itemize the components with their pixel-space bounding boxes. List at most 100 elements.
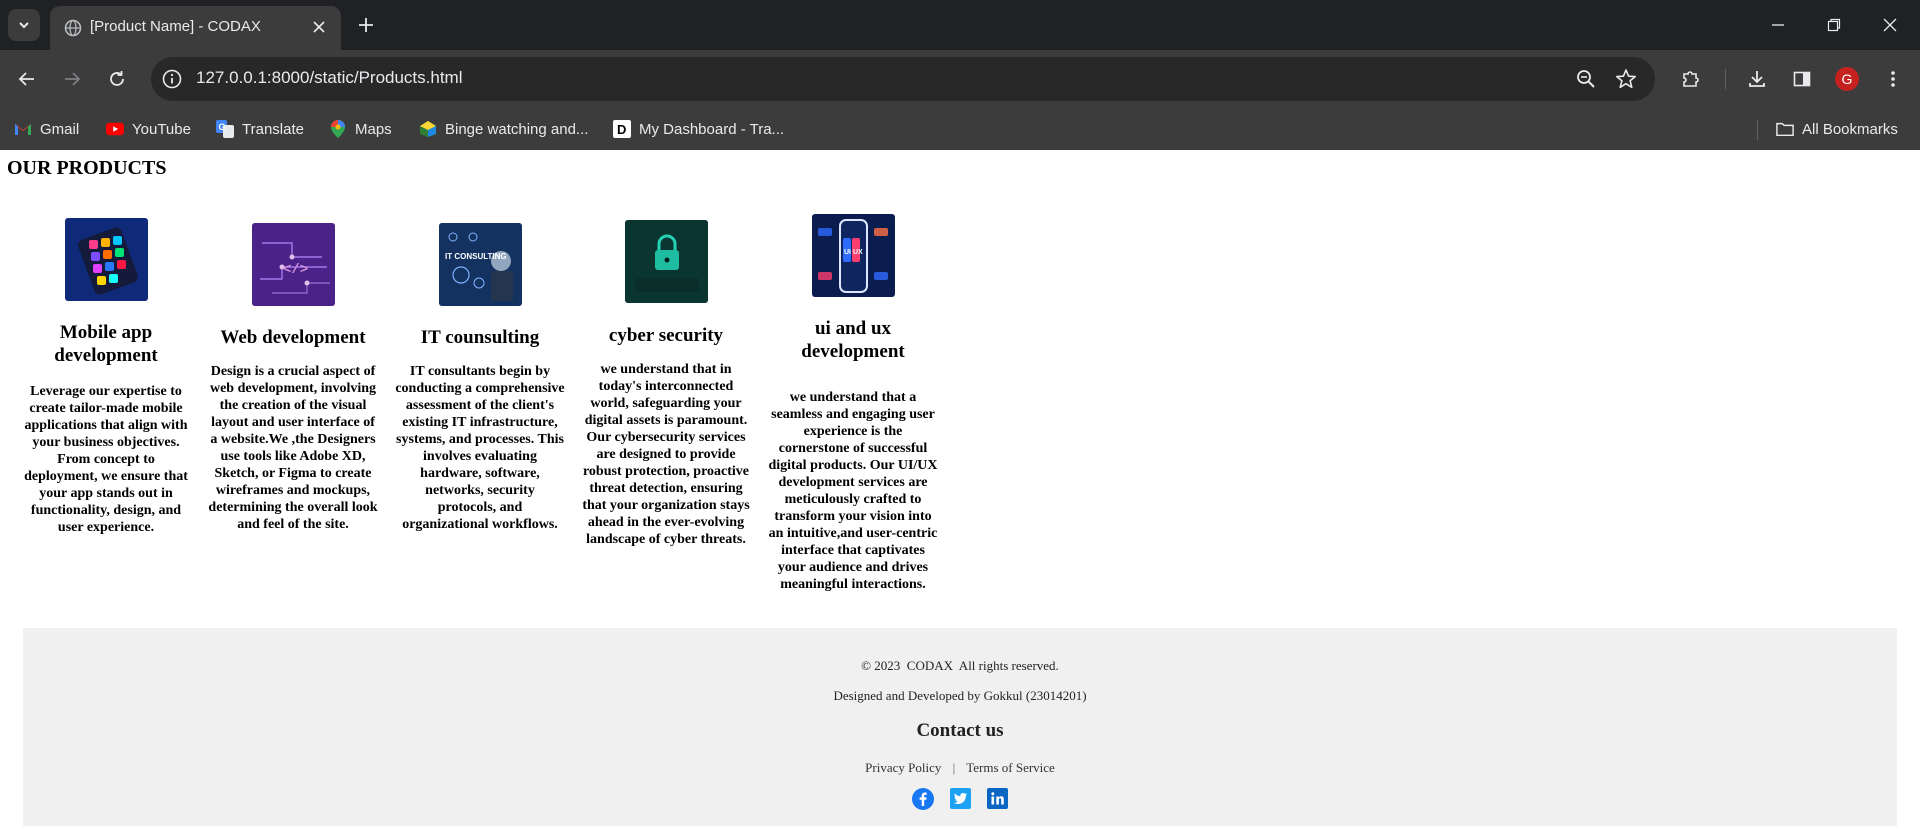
contact-heading: Contact us bbox=[916, 720, 1004, 741]
product-name: Web development bbox=[220, 327, 366, 348]
tab-close-button[interactable] bbox=[309, 17, 329, 37]
product-name: Mobile app development bbox=[54, 322, 158, 366]
facebook-icon[interactable] bbox=[912, 787, 935, 810]
svg-text:</>: </> bbox=[283, 262, 308, 278]
bookmark-maps[interactable]: Maps bbox=[329, 116, 392, 142]
dashboard-icon: D bbox=[613, 120, 631, 138]
restore-icon bbox=[1827, 18, 1841, 32]
arrow-right-icon bbox=[65, 72, 81, 86]
reload-icon bbox=[110, 71, 124, 86]
globe-icon bbox=[64, 19, 82, 37]
copyright-text: © 2023 CODAX All rights reserved. bbox=[861, 658, 1059, 673]
tab-title: [Product Name] - CODAX bbox=[90, 18, 261, 35]
browser-toolbar: 127.0.0.1:8000/static/Products.html G bbox=[0, 50, 1920, 108]
puzzle-icon bbox=[1683, 71, 1699, 87]
twitter-icon[interactable] bbox=[949, 787, 972, 810]
active-tab[interactable]: [Product Name] - CODAX bbox=[50, 6, 341, 50]
reload-button[interactable] bbox=[101, 63, 133, 95]
address-bar[interactable]: 127.0.0.1:8000/static/Products.html bbox=[151, 57, 1655, 101]
bookmark-label: Translate bbox=[242, 120, 304, 138]
arrow-left-icon bbox=[18, 72, 34, 86]
minimize-icon bbox=[1772, 24, 1784, 26]
bookmark-dashboard[interactable]: D My Dashboard - Tra... bbox=[613, 116, 784, 142]
star-icon[interactable] bbox=[1615, 68, 1637, 90]
youtube-icon bbox=[106, 120, 124, 138]
mobile-app-image bbox=[64, 218, 148, 301]
bookmarks-bar: Gmail YouTube G Translate Maps Binge wat… bbox=[0, 108, 1920, 150]
product-card: UI UX ui and ux development we understan… bbox=[768, 214, 938, 593]
zoom-icon[interactable] bbox=[1575, 68, 1597, 90]
close-window-button[interactable] bbox=[1872, 10, 1908, 40]
ui-ux-image: UI UX bbox=[811, 214, 895, 297]
back-button[interactable] bbox=[11, 63, 43, 95]
product-description: we understand that a seamless and engagi… bbox=[768, 390, 938, 592]
restore-button[interactable] bbox=[1816, 10, 1852, 40]
bookmark-translate[interactable]: G Translate bbox=[216, 116, 304, 142]
product-description: Leverage our expertise to create tailor-… bbox=[24, 384, 188, 535]
bookmarks-divider bbox=[1757, 120, 1758, 140]
product-description: IT consultants begin by conducting a com… bbox=[395, 364, 565, 532]
product-card: cyber security we understand that in tod… bbox=[581, 220, 751, 548]
side-panel-button[interactable] bbox=[1786, 63, 1818, 95]
binge-icon bbox=[419, 120, 437, 138]
close-icon bbox=[313, 21, 325, 33]
tab-search-button[interactable] bbox=[8, 9, 40, 41]
toolbar-divider bbox=[1725, 69, 1726, 89]
cyber-security-image bbox=[624, 220, 708, 303]
svg-text:G: G bbox=[219, 122, 226, 132]
link-separator: | bbox=[952, 760, 956, 775]
svg-text:D: D bbox=[617, 122, 626, 137]
download-icon bbox=[1749, 71, 1765, 87]
product-name: ui and ux development bbox=[801, 318, 905, 362]
page-title: OUR PRODUCTS bbox=[7, 157, 167, 179]
bookmark-label: Binge watching and... bbox=[445, 120, 589, 138]
bookmark-youtube[interactable]: YouTube bbox=[106, 116, 191, 142]
product-name: cyber security bbox=[608, 325, 724, 346]
web-development-image: </> bbox=[251, 223, 335, 306]
kebab-menu-icon bbox=[1891, 71, 1895, 87]
product-card: Mobile app development Leverage our expe… bbox=[21, 218, 191, 536]
extensions-button[interactable] bbox=[1675, 63, 1707, 95]
close-icon bbox=[1883, 18, 1897, 32]
menu-button[interactable] bbox=[1877, 63, 1909, 95]
footer-links: Privacy Policy | Terms of Service bbox=[23, 760, 1897, 776]
tab-strip: [Product Name] - CODAX bbox=[0, 0, 1920, 50]
product-card: </> Web development Design is a crucial … bbox=[208, 223, 378, 533]
all-bookmarks-button[interactable]: All Bookmarks bbox=[1776, 116, 1898, 142]
translate-icon: G bbox=[216, 120, 234, 138]
all-bookmarks-label: All Bookmarks bbox=[1802, 120, 1898, 138]
chevron-down-icon bbox=[19, 22, 29, 29]
bookmark-label: YouTube bbox=[132, 120, 191, 138]
side-panel-icon bbox=[1793, 71, 1811, 87]
product-description: we understand that in today's interconne… bbox=[582, 362, 750, 547]
gmail-icon bbox=[14, 120, 32, 138]
downloads-button[interactable] bbox=[1741, 63, 1773, 95]
plus-icon bbox=[359, 18, 373, 32]
bookmark-binge[interactable]: Binge watching and... bbox=[419, 116, 588, 142]
site-footer: © 2023 CODAX All rights reserved. Design… bbox=[23, 628, 1897, 826]
credit-text: Designed and Developed by Gokkul (230142… bbox=[833, 688, 1087, 703]
it-consulting-image: IT CONSULTING bbox=[438, 223, 522, 306]
url-text[interactable]: 127.0.0.1:8000/static/Products.html bbox=[196, 68, 463, 88]
social-links bbox=[23, 787, 1897, 810]
folder-icon bbox=[1776, 120, 1794, 138]
product-card: IT CONSULTING IT counsulting IT consulta… bbox=[395, 223, 565, 533]
svg-text:UX: UX bbox=[853, 249, 863, 256]
minimize-button[interactable] bbox=[1760, 10, 1796, 40]
forward-button[interactable] bbox=[56, 63, 88, 95]
maps-icon bbox=[329, 120, 347, 138]
terms-of-service-link[interactable]: Terms of Service bbox=[966, 760, 1055, 775]
profile-avatar[interactable]: G bbox=[1835, 67, 1859, 91]
linkedin-icon[interactable] bbox=[986, 787, 1009, 810]
site-info-icon[interactable] bbox=[161, 68, 183, 90]
privacy-policy-link[interactable]: Privacy Policy bbox=[865, 760, 941, 775]
bookmark-gmail[interactable]: Gmail bbox=[14, 116, 79, 142]
svg-text:IT CONSULTING: IT CONSULTING bbox=[445, 252, 507, 261]
product-name: IT counsulting bbox=[420, 327, 540, 348]
product-description: Design is a crucial aspect of web develo… bbox=[208, 364, 378, 532]
bookmark-label: Gmail bbox=[40, 120, 80, 138]
bookmark-label: Maps bbox=[355, 120, 392, 138]
bookmark-label: My Dashboard - Tra... bbox=[639, 120, 785, 138]
new-tab-button[interactable] bbox=[352, 11, 380, 39]
svg-text:UI: UI bbox=[844, 249, 851, 256]
